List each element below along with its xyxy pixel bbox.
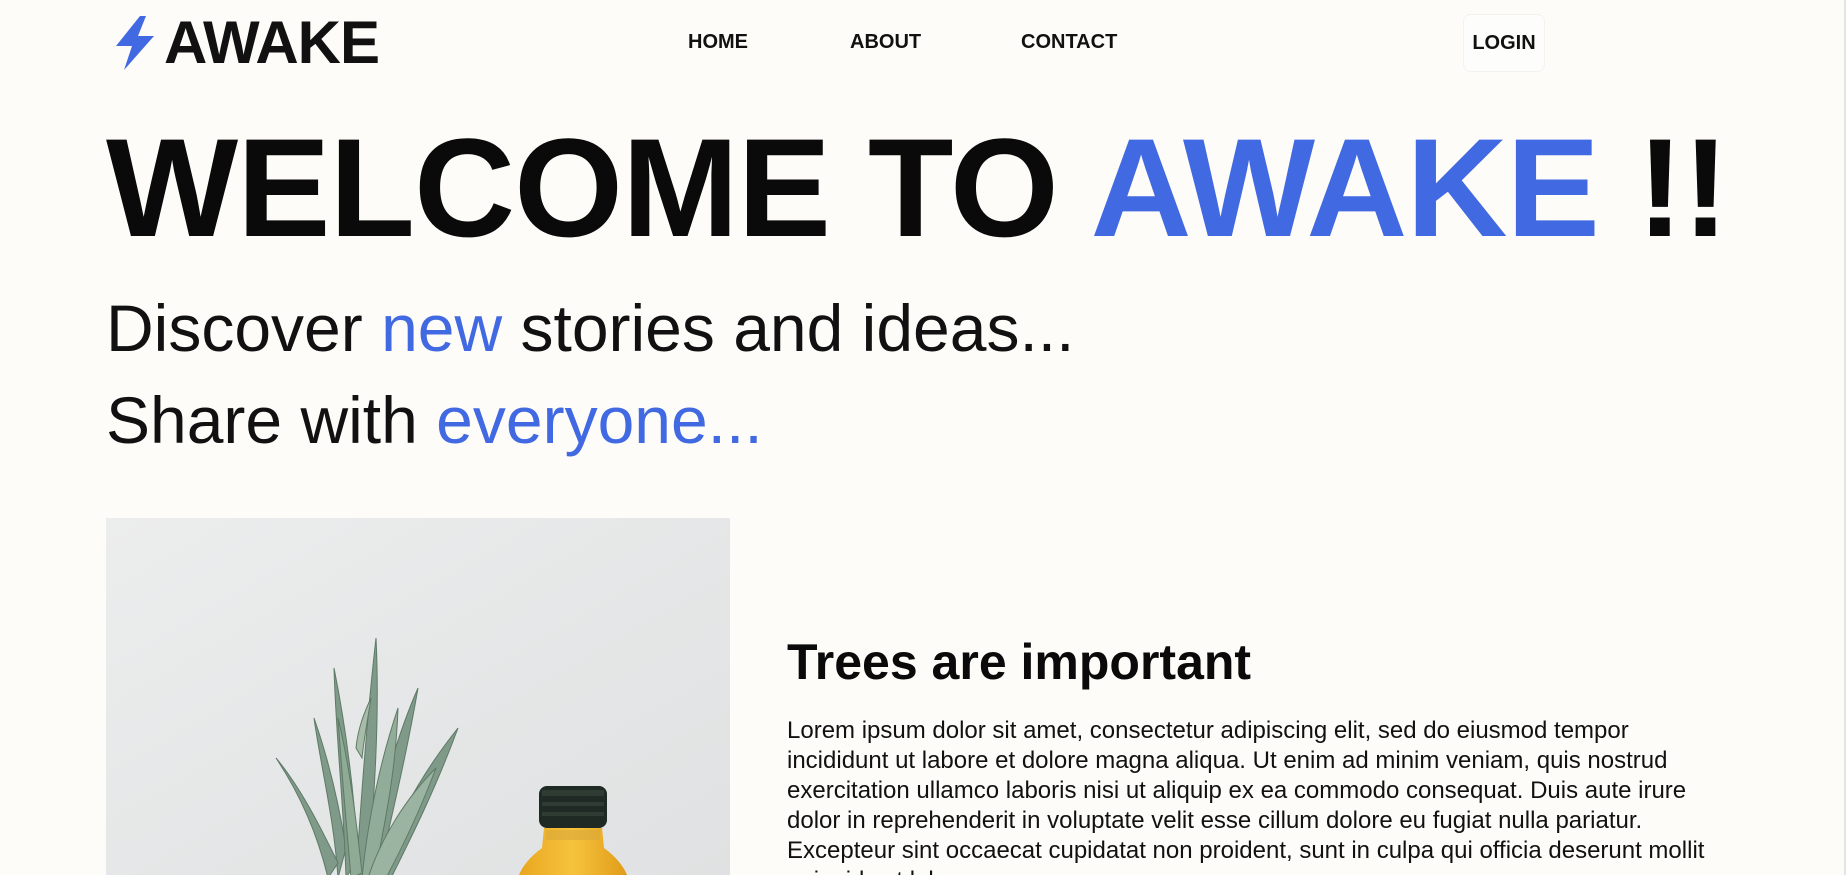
page: AWAKE HOME ABOUT CONTACT LOGIN WELCOME T… [0, 0, 1846, 875]
hero-title-suffix: !! [1598, 109, 1729, 266]
tagline-share-prefix: Share with [106, 383, 437, 457]
nav-about[interactable]: ABOUT [850, 28, 921, 56]
tagline-discover-suffix: stories and ideas... [502, 291, 1075, 365]
article-image[interactable] [106, 518, 730, 875]
login-button[interactable]: LOGIN [1463, 14, 1545, 72]
hero-tagline-discover: Discover new stories and ideas... [106, 290, 1074, 366]
hero-tagline-share: Share with everyone... [106, 382, 763, 458]
tagline-share-accent: everyone... [436, 383, 763, 457]
brand-name: AWAKE [164, 9, 380, 76]
lightning-bolt-icon [110, 14, 160, 72]
navbar: AWAKE HOME ABOUT CONTACT LOGIN [0, 0, 1846, 86]
hero-title-accent: AWAKE [1090, 109, 1600, 266]
tagline-discover-prefix: Discover [106, 291, 382, 365]
nav-home[interactable]: HOME [688, 28, 748, 56]
tagline-discover-accent: new [381, 291, 503, 365]
nav-contact[interactable]: CONTACT [1021, 28, 1117, 56]
article-title[interactable]: Trees are important [787, 632, 1251, 692]
article-body: Lorem ipsum dolor sit amet, consectetur … [787, 717, 1705, 875]
hero-title: WELCOME TO AWAKE !! [106, 118, 1729, 258]
hero-title-prefix: WELCOME TO [106, 109, 1091, 266]
brand-logo[interactable]: AWAKE [110, 9, 380, 76]
